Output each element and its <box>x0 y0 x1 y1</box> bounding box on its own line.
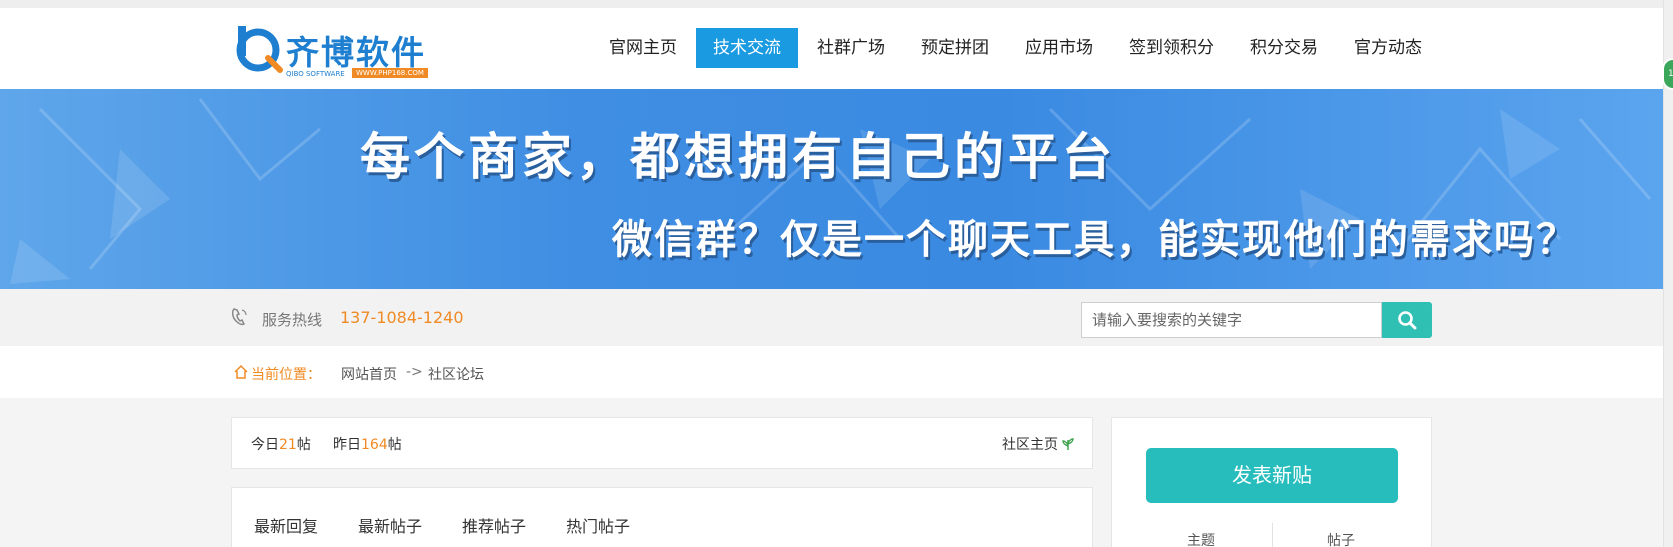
tab-recommended-posts[interactable]: 推荐帖子 <box>462 513 526 537</box>
nav-item-points-trade[interactable]: 积分交易 <box>1233 28 1335 68</box>
nav-item-home[interactable]: 官网主页 <box>592 28 694 68</box>
sidebar-col-topics: 主题 <box>1187 533 1215 547</box>
community-home-label: 社区主页 <box>1002 437 1058 453</box>
logo-subtitle: QIBO SOFTWARE <box>286 70 345 78</box>
yesterday-posts-stat: 昨日164帖 <box>333 434 402 454</box>
sidebar-card: 发表新贴 主题 帖子 <box>1111 417 1432 547</box>
today-unit: 帖 <box>296 437 311 453</box>
phone-icon <box>231 308 247 326</box>
post-tabs: 最新回复 最新帖子 推荐帖子 热门帖子 <box>231 487 1093 547</box>
tab-hot-posts[interactable]: 热门帖子 <box>566 513 630 537</box>
hotline-label: 服务热线 <box>262 311 323 329</box>
main-nav: 官网主页 技术交流 社群广场 预定拼团 应用市场 签到领积分 积分交易 官方动态 <box>592 28 1441 68</box>
yesterday-label: 昨日 <box>333 437 361 453</box>
logo-title: 齐博软件 <box>286 33 426 72</box>
today-label: 今日 <box>251 437 279 453</box>
breadcrumb-separator: -> <box>406 364 423 380</box>
community-home-link[interactable]: 社区主页 <box>1002 434 1074 454</box>
sidebar-divider <box>1272 523 1273 547</box>
nav-item-checkin-points[interactable]: 签到领积分 <box>1112 28 1231 68</box>
floating-badge[interactable]: 1 <box>1662 58 1673 90</box>
info-bar: 服务热线 137-1084-1240 <box>0 289 1663 346</box>
search-icon <box>1398 311 1417 330</box>
today-posts-stat: 今日21帖 <box>251 434 311 454</box>
logo-url: WWW.PHP168.COM <box>352 68 428 78</box>
tab-latest-replies[interactable]: 最新回复 <box>254 513 318 537</box>
breadcrumb-label: 当前位置： <box>251 367 321 383</box>
nav-item-group-booking[interactable]: 预定拼团 <box>904 28 1006 68</box>
nav-item-community-square[interactable]: 社群广场 <box>800 28 902 68</box>
nav-item-official-news[interactable]: 官方动态 <box>1337 28 1439 68</box>
banner-headline: 每个商家，都想拥有自己的平台 <box>360 128 1116 186</box>
tab-latest-posts[interactable]: 最新帖子 <box>358 513 422 537</box>
leaf-icon <box>1062 438 1074 450</box>
top-strip <box>0 0 1663 8</box>
sidebar-col-posts: 帖子 <box>1327 533 1355 547</box>
breadcrumb: 当前位置： 网站首页 -> 社区论坛 <box>0 346 1663 398</box>
today-count: 21 <box>279 437 297 453</box>
promo-banner[interactable]: 每个商家，都想拥有自己的平台 微信群？仅是一个聊天工具，能实现他们的需求吗？ <box>0 89 1663 289</box>
search-button[interactable] <box>1382 302 1432 338</box>
hotline-number: 137-1084-1240 <box>340 308 464 327</box>
yesterday-unit: 帖 <box>387 437 402 453</box>
home-icon <box>234 364 248 379</box>
breadcrumb-home-link[interactable]: 网站首页 <box>341 364 397 384</box>
nav-item-tech-exchange[interactable]: 技术交流 <box>696 28 798 68</box>
breadcrumb-current: 社区论坛 <box>428 367 484 383</box>
banner-subheadline: 微信群？仅是一个聊天工具，能实现他们的需求吗？ <box>612 217 1578 263</box>
post-stats-card: 今日21帖 昨日164帖 社区主页 <box>231 417 1093 469</box>
search-input[interactable] <box>1081 302 1382 338</box>
yesterday-count: 164 <box>361 437 388 453</box>
nav-item-app-market[interactable]: 应用市场 <box>1008 28 1110 68</box>
site-logo[interactable]: 齐博软件 QIBO SOFTWARE WWW.PHP168.COM <box>234 22 434 84</box>
new-post-button[interactable]: 发表新贴 <box>1146 448 1398 503</box>
site-header: 齐博软件 QIBO SOFTWARE WWW.PHP168.COM 官网主页 技… <box>0 8 1663 89</box>
logo-mark-icon <box>236 26 283 73</box>
